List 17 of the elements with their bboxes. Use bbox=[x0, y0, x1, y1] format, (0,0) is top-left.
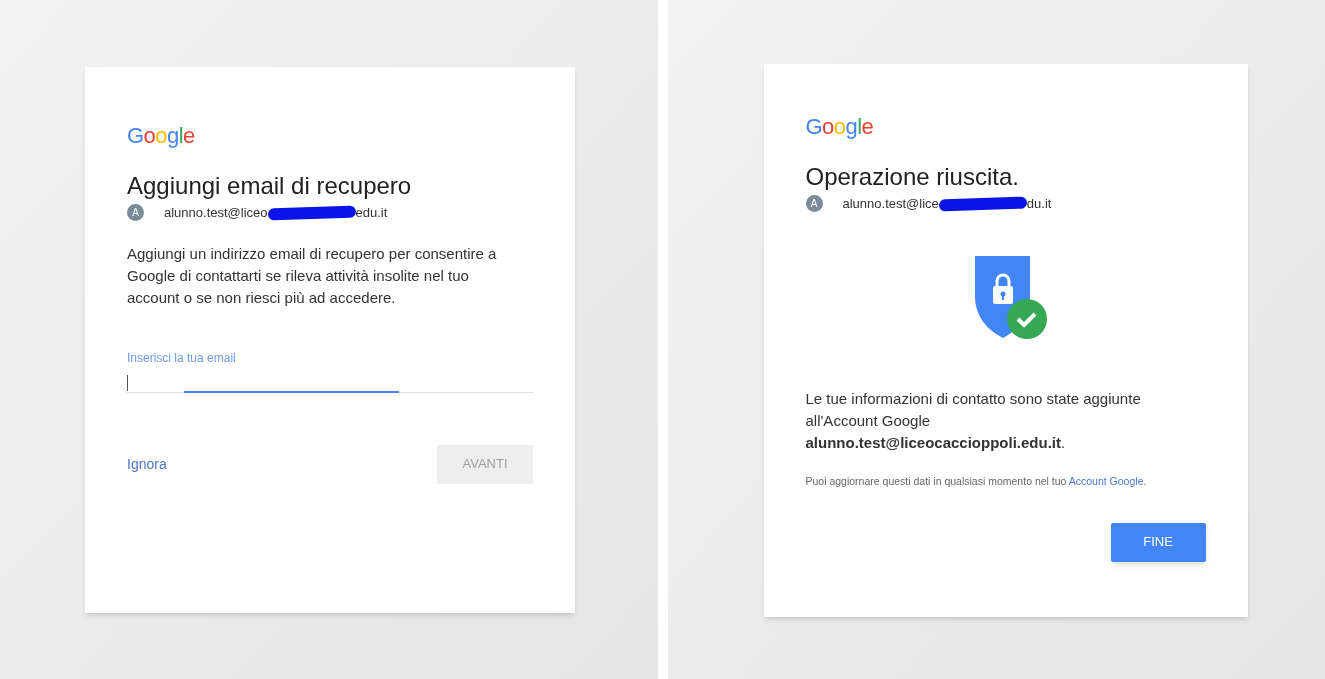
page-title: Operazione riuscita. bbox=[805, 162, 1020, 192]
avatar: A bbox=[805, 195, 823, 213]
skip-link[interactable]: Ignora bbox=[127, 453, 167, 475]
account-link[interactable]: Account Google. bbox=[1068, 474, 1147, 487]
account-email: du.it bbox=[1026, 195, 1052, 213]
logo: Google bbox=[805, 116, 874, 138]
account-email: alunno.test@liceo bbox=[164, 204, 268, 222]
done-button[interactable]: FINE bbox=[1110, 522, 1206, 562]
description: Aggiungi un indirizzo email di recupero per consentire a Google di contattarti se rileva attività insolite nel tuo account o se non riesci più ad accedere. bbox=[127, 243, 498, 308]
confirmation-message: Le tue informazioni di contatto sono state aggiunte all'Account Google alunno.test@liceocaccioppoli.edu.it. bbox=[805, 388, 1142, 453]
account-email: edu.it bbox=[355, 204, 388, 222]
account-email: alunno.test@lice bbox=[842, 195, 939, 213]
update-note: Puoi aggiornare questi dati in qualsiasi momento nel tuo Account Google. bbox=[805, 473, 1148, 489]
email-field[interactable]: Inserisci la tua email bbox=[127, 348, 533, 393]
page-title: Aggiungi email di recupero bbox=[127, 171, 413, 201]
avatar: A bbox=[127, 204, 144, 222]
logo: Google bbox=[127, 125, 195, 147]
